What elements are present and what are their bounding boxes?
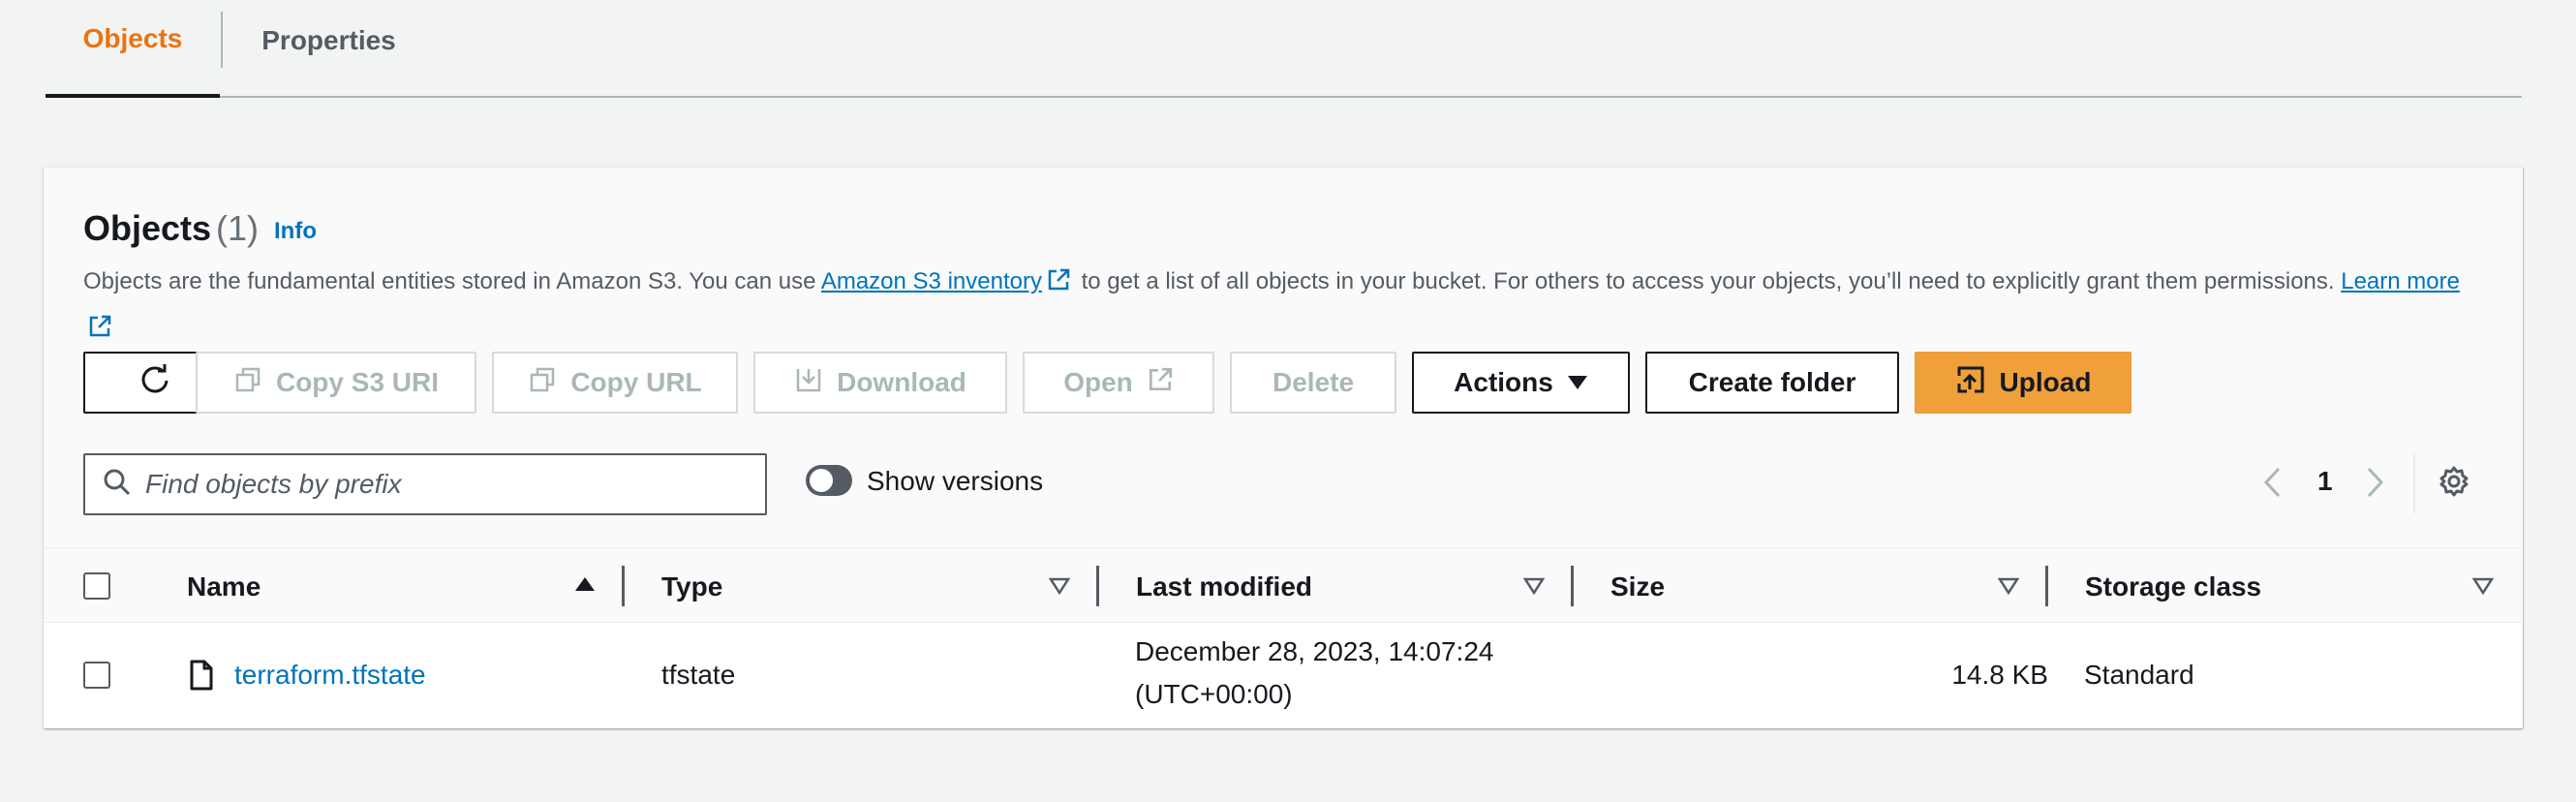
create-folder-label: Create folder	[1688, 367, 1856, 397]
sort-unsorted-icon[interactable]	[2471, 577, 2495, 600]
download-button[interactable]: Download	[753, 352, 1007, 414]
info-link[interactable]: Info	[274, 218, 317, 245]
preferences-button[interactable]	[2438, 465, 2470, 503]
s3-inventory-link[interactable]: Amazon S3 inventory	[821, 268, 1042, 294]
table-header: Name Type Last modified Size Storage cla…	[44, 547, 2521, 623]
open-button[interactable]: Open	[1023, 352, 1214, 414]
upload-label: Upload	[1999, 367, 2092, 397]
refresh-icon	[138, 362, 172, 404]
show-versions-label: Show versions	[867, 466, 1044, 496]
column-header-storage-class[interactable]: Storage class	[2085, 571, 2261, 602]
search-box	[83, 453, 767, 515]
tab-bar: Objects Properties	[46, 0, 2522, 98]
download-label: Download	[837, 367, 966, 397]
file-icon	[189, 660, 214, 695]
sort-unsorted-icon[interactable]	[1522, 577, 1546, 600]
external-link-icon	[1046, 264, 1071, 307]
object-name-link[interactable]: terraform.tfstate	[234, 660, 426, 691]
search-input[interactable]	[145, 469, 746, 500]
tab-properties-label: Properties	[261, 24, 396, 55]
chevron-left-icon	[2261, 467, 2285, 503]
previous-page-button[interactable]	[2261, 466, 2285, 504]
storage-class: Standard	[2084, 660, 2194, 690]
download-icon	[794, 365, 823, 401]
page-number[interactable]: 1	[2317, 466, 2333, 497]
open-label: Open	[1063, 367, 1133, 397]
show-versions-toggle[interactable]	[806, 465, 852, 496]
object-type: tfstate	[661, 660, 736, 690]
description-text-2: to get a list of all objects in your buc…	[1074, 268, 2342, 294]
column-resizer[interactable]	[622, 566, 625, 606]
external-link-icon	[1147, 366, 1174, 400]
object-size: 14.8 KB	[1951, 660, 2048, 690]
next-page-button[interactable]	[2363, 466, 2386, 504]
panel-description: Objects are the fundamental entities sto…	[83, 261, 2485, 354]
copy-s3-uri-label: Copy S3 URI	[275, 367, 440, 397]
tab-objects-label: Objects	[82, 22, 183, 53]
sort-unsorted-icon[interactable]	[1997, 577, 2020, 600]
copy-s3-uri-button[interactable]: Copy S3 URI	[196, 352, 476, 414]
last-modified-date: December 28, 2023, 14:07:24	[1135, 636, 1494, 666]
table-row: terraform.tfstate tfstate December 28, 2…	[44, 623, 2521, 727]
upload-button[interactable]: Upload	[1915, 352, 2131, 414]
external-link-icon	[87, 311, 112, 354]
tab-properties[interactable]: Properties	[220, 0, 438, 98]
column-header-type[interactable]: Type	[661, 571, 722, 602]
description-text-1: Objects are the fundamental entities sto…	[83, 268, 821, 294]
copy-url-label: Copy URL	[570, 367, 702, 397]
learn-more-link[interactable]: Learn more	[2341, 268, 2460, 294]
copy-icon	[528, 365, 557, 401]
actions-label: Actions	[1454, 367, 1553, 397]
delete-button[interactable]: Delete	[1230, 352, 1396, 414]
tab-objects[interactable]: Objects	[46, 0, 220, 98]
column-header-size[interactable]: Size	[1610, 571, 1665, 602]
copy-url-button[interactable]: Copy URL	[492, 352, 738, 414]
sort-unsorted-icon[interactable]	[1048, 577, 1071, 600]
search-icon	[103, 468, 132, 502]
last-modified-timezone: (UTC+00:00)	[1135, 679, 1293, 709]
actions-dropdown[interactable]: Actions	[1412, 352, 1630, 414]
copy-icon	[233, 365, 262, 401]
row-checkbox[interactable]	[83, 662, 110, 689]
delete-label: Delete	[1272, 367, 1355, 397]
sort-ascending-icon[interactable]	[574, 575, 596, 598]
upload-icon	[1955, 364, 1986, 402]
column-header-last-modified[interactable]: Last modified	[1136, 571, 1312, 602]
toggle-knob	[810, 469, 833, 492]
objects-panel: Objects (1) Info Objects are the fundame…	[44, 167, 2523, 728]
column-resizer[interactable]	[1096, 566, 1099, 606]
pagination-divider	[2413, 453, 2415, 513]
column-resizer[interactable]	[1571, 566, 1574, 606]
create-folder-button[interactable]: Create folder	[1645, 352, 1899, 414]
column-resizer[interactable]	[2045, 566, 2048, 606]
chevron-right-icon	[2363, 467, 2386, 503]
gear-icon	[2438, 466, 2470, 502]
panel-title: Objects	[83, 208, 212, 248]
caret-down-icon	[1567, 367, 1588, 398]
select-all-checkbox[interactable]	[83, 572, 110, 600]
object-count: (1)	[216, 208, 259, 248]
column-header-name[interactable]: Name	[187, 571, 261, 602]
